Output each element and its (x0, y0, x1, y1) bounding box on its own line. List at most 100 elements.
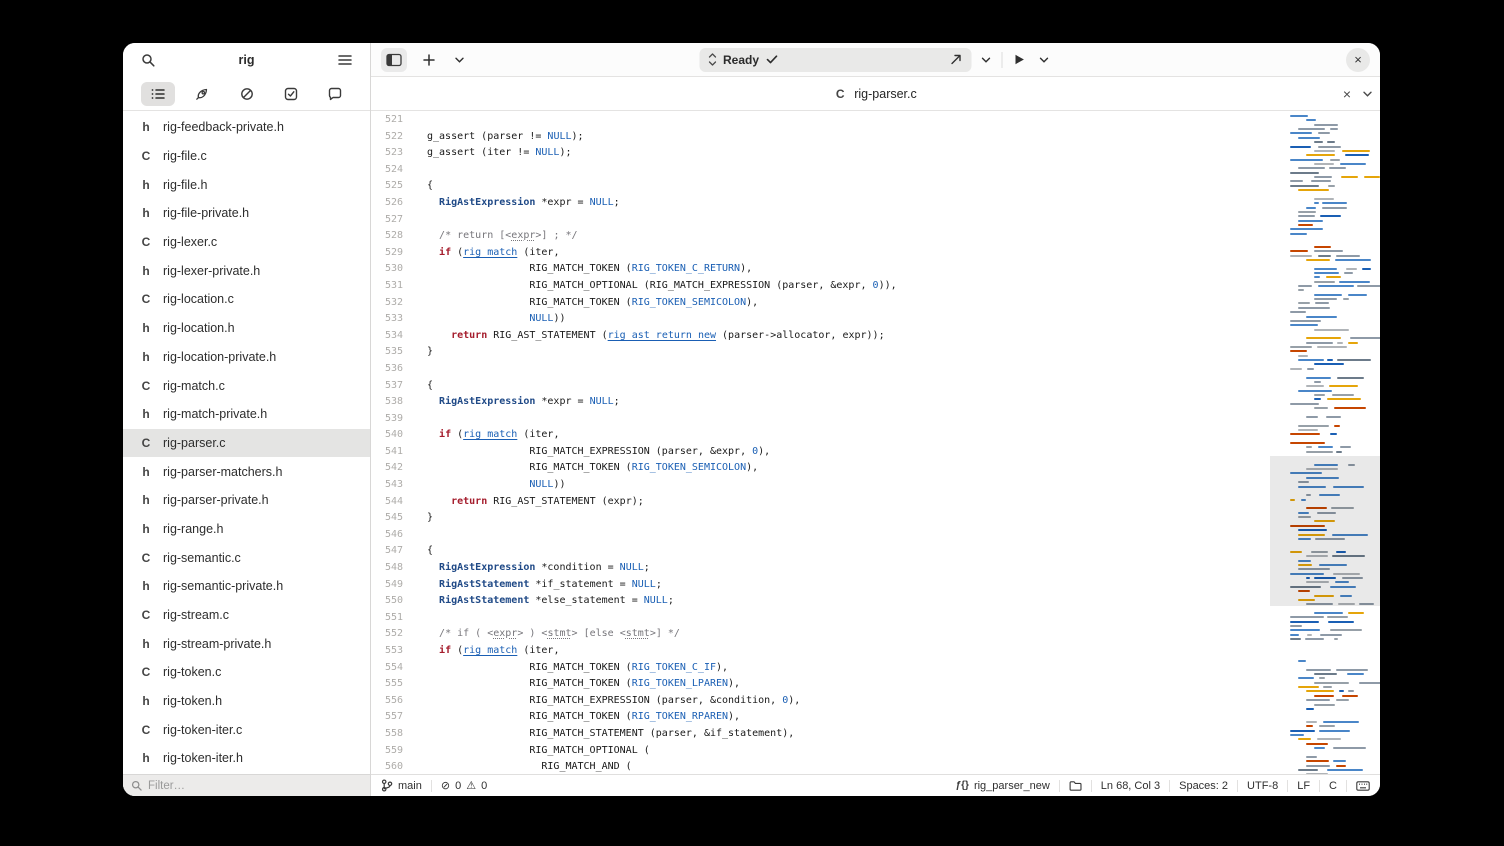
code-line[interactable]: 521 (371, 112, 1270, 129)
code-line[interactable]: 540 if (rig_match (iter, (371, 427, 1270, 444)
code-line[interactable]: 537{ (371, 378, 1270, 395)
code-line[interactable]: 535} (371, 344, 1270, 361)
code-line[interactable]: 553 if (rig_match (iter, (371, 643, 1270, 660)
build-status-button[interactable]: Ready (699, 48, 971, 72)
sidebar-tab-debug[interactable] (230, 82, 264, 106)
line-ending-button[interactable]: LF (1297, 780, 1310, 792)
code-line[interactable]: 554 RIG_MATCH_TOKEN (RIG_TOKEN_C_IF), (371, 660, 1270, 677)
code-line[interactable]: 530 RIG_MATCH_TOKEN (RIG_TOKEN_C_RETURN)… (371, 261, 1270, 278)
file-item[interactable]: hrig-match-private.h (123, 400, 370, 429)
git-branch-button[interactable]: main (381, 779, 422, 792)
code-line[interactable]: 541 RIG_MATCH_EXPRESSION (parser, &expr,… (371, 444, 1270, 461)
file-item[interactable]: Crig-token-iter.c (123, 715, 370, 744)
code-line[interactable]: 523g_assert (iter != NULL); (371, 145, 1270, 162)
code-line[interactable]: 557 RIG_MATCH_TOKEN (RIG_TOKEN_RPAREN), (371, 709, 1270, 726)
code-line[interactable]: 534 return RIG_AST_STATEMENT (rig_ast_re… (371, 328, 1270, 345)
project-title[interactable]: rig (169, 53, 324, 67)
file-item[interactable]: hrig-token-iter.h (123, 744, 370, 773)
file-name: rig-stream.c (163, 608, 229, 622)
file-item[interactable]: Crig-parser.c (123, 429, 370, 458)
file-item[interactable]: hrig-range.h (123, 515, 370, 544)
cursor-position-button[interactable]: Ln 68, Col 3 (1101, 780, 1160, 792)
toggle-sidebar-button[interactable] (381, 48, 407, 72)
build-icon[interactable] (949, 53, 962, 66)
code-line[interactable]: 544 return RIG_AST_STATEMENT (expr); (371, 494, 1270, 511)
code-line[interactable]: 547{ (371, 543, 1270, 560)
code-line[interactable]: 524 (371, 162, 1270, 179)
current-symbol-button[interactable]: ƒ{} rig_parser_new (956, 780, 1050, 792)
file-item[interactable]: Crig-stream.c (123, 601, 370, 630)
chevron-down-icon[interactable] (978, 48, 994, 72)
code-line[interactable]: 533 NULL)) (371, 311, 1270, 328)
file-item[interactable]: Crig-token.c (123, 658, 370, 687)
sidebar-tab-files[interactable] (141, 82, 175, 106)
file-item[interactable]: hrig-file.h (123, 170, 370, 199)
chevron-down-icon[interactable] (451, 48, 467, 72)
code-line[interactable]: 558 RIG_MATCH_STATEMENT (parser, &if_sta… (371, 726, 1270, 743)
diagnostics-button[interactable]: ⊘ 0 ⚠ 0 (441, 779, 487, 792)
code-line[interactable]: 552 /* if ( <expr> ) <stmt> [else <stmt>… (371, 626, 1270, 643)
tab-rig-parser[interactable]: C rig-parser.c (834, 87, 917, 101)
code-line[interactable]: 549 RigAstStatement *if_statement = NULL… (371, 577, 1270, 594)
close-window-button[interactable]: × (1346, 48, 1370, 72)
code-line[interactable]: 522g_assert (parser != NULL); (371, 129, 1270, 146)
menu-icon[interactable] (332, 48, 358, 72)
file-item[interactable]: hrig-token.h (123, 687, 370, 716)
new-tab-button[interactable] (416, 48, 442, 72)
keyboard-button[interactable] (1356, 781, 1370, 791)
code-line[interactable]: 551 (371, 610, 1270, 627)
code-line[interactable]: 560 RIG_MATCH_AND ( (371, 759, 1270, 774)
file-item[interactable]: hrig-semantic-private.h (123, 572, 370, 601)
code-editor[interactable]: 521522g_assert (parser != NULL);523g_ass… (371, 111, 1270, 774)
file-item[interactable]: hrig-file-private.h (123, 199, 370, 228)
code-line[interactable]: 536 (371, 361, 1270, 378)
code-line[interactable]: 526 RigAstExpression *expr = NULL; (371, 195, 1270, 212)
sidebar-tab-build[interactable] (185, 82, 219, 106)
code-line[interactable]: 555 RIG_MATCH_TOKEN (RIG_TOKEN_LPAREN), (371, 676, 1270, 693)
file-item[interactable]: Crig-location.c (123, 285, 370, 314)
file-item[interactable]: hrig-parser-matchers.h (123, 457, 370, 486)
code-line[interactable]: 559 RIG_MATCH_OPTIONAL ( (371, 743, 1270, 760)
sidebar-tab-tests[interactable] (274, 82, 308, 106)
file-item[interactable]: hrig-lexer-private.h (123, 256, 370, 285)
line-text: NULL)) (403, 311, 566, 328)
file-item[interactable]: hrig-feedback-private.h (123, 113, 370, 142)
code-line[interactable]: 539 (371, 411, 1270, 428)
code-line[interactable]: 556 RIG_MATCH_EXPRESSION (parser, &condi… (371, 693, 1270, 710)
indentation-button[interactable]: Spaces: 2 (1179, 780, 1228, 792)
file-item[interactable]: hrig-parser-private.h (123, 486, 370, 515)
code-line[interactable]: 543 NULL)) (371, 477, 1270, 494)
code-line[interactable]: 538 RigAstExpression *expr = NULL; (371, 394, 1270, 411)
file-item[interactable]: hrig-location.h (123, 314, 370, 343)
minimap-visible-region[interactable] (1270, 456, 1380, 606)
code-line[interactable]: 525{ (371, 178, 1270, 195)
code-line[interactable]: 529 if (rig_match (iter, (371, 245, 1270, 262)
code-line[interactable]: 527 (371, 212, 1270, 229)
code-line[interactable]: 550 RigAstStatement *else_statement = NU… (371, 593, 1270, 610)
sidebar-tab-messages[interactable] (318, 82, 352, 106)
file-item[interactable]: Crig-lexer.c (123, 228, 370, 257)
file-item[interactable]: Crig-file.c (123, 142, 370, 171)
code-line[interactable]: 542 RIG_MATCH_TOKEN (RIG_TOKEN_SEMICOLON… (371, 460, 1270, 477)
file-item[interactable]: hrig-location-private.h (123, 343, 370, 372)
encoding-button[interactable]: UTF-8 (1247, 780, 1278, 792)
code-line[interactable]: 531 RIG_MATCH_OPTIONAL (RIG_MATCH_EXPRES… (371, 278, 1270, 295)
filter-input[interactable] (148, 780, 362, 792)
search-icon[interactable] (135, 48, 161, 72)
language-button[interactable]: C (1329, 780, 1337, 792)
code-line[interactable]: 545} (371, 510, 1270, 527)
run-button[interactable] (1009, 48, 1029, 72)
file-item[interactable]: hrig-stream-private.h (123, 629, 370, 658)
code-line[interactable]: 532 RIG_MATCH_TOKEN (RIG_TOKEN_SEMICOLON… (371, 295, 1270, 312)
line-number: 555 (371, 676, 403, 693)
chevron-down-icon[interactable] (1363, 91, 1372, 97)
code-line[interactable]: 528 /* return [<expr>] ; */ (371, 228, 1270, 245)
code-line[interactable]: 548 RigAstExpression *condition = NULL; (371, 560, 1270, 577)
code-line[interactable]: 546 (371, 527, 1270, 544)
minimap[interactable] (1270, 111, 1380, 774)
file-item[interactable]: Crig-semantic.c (123, 543, 370, 572)
open-folder-button[interactable] (1069, 780, 1082, 792)
close-tab-icon[interactable]: × (1343, 87, 1351, 101)
file-item[interactable]: Crig-match.c (123, 371, 370, 400)
chevron-down-icon[interactable] (1036, 48, 1052, 72)
